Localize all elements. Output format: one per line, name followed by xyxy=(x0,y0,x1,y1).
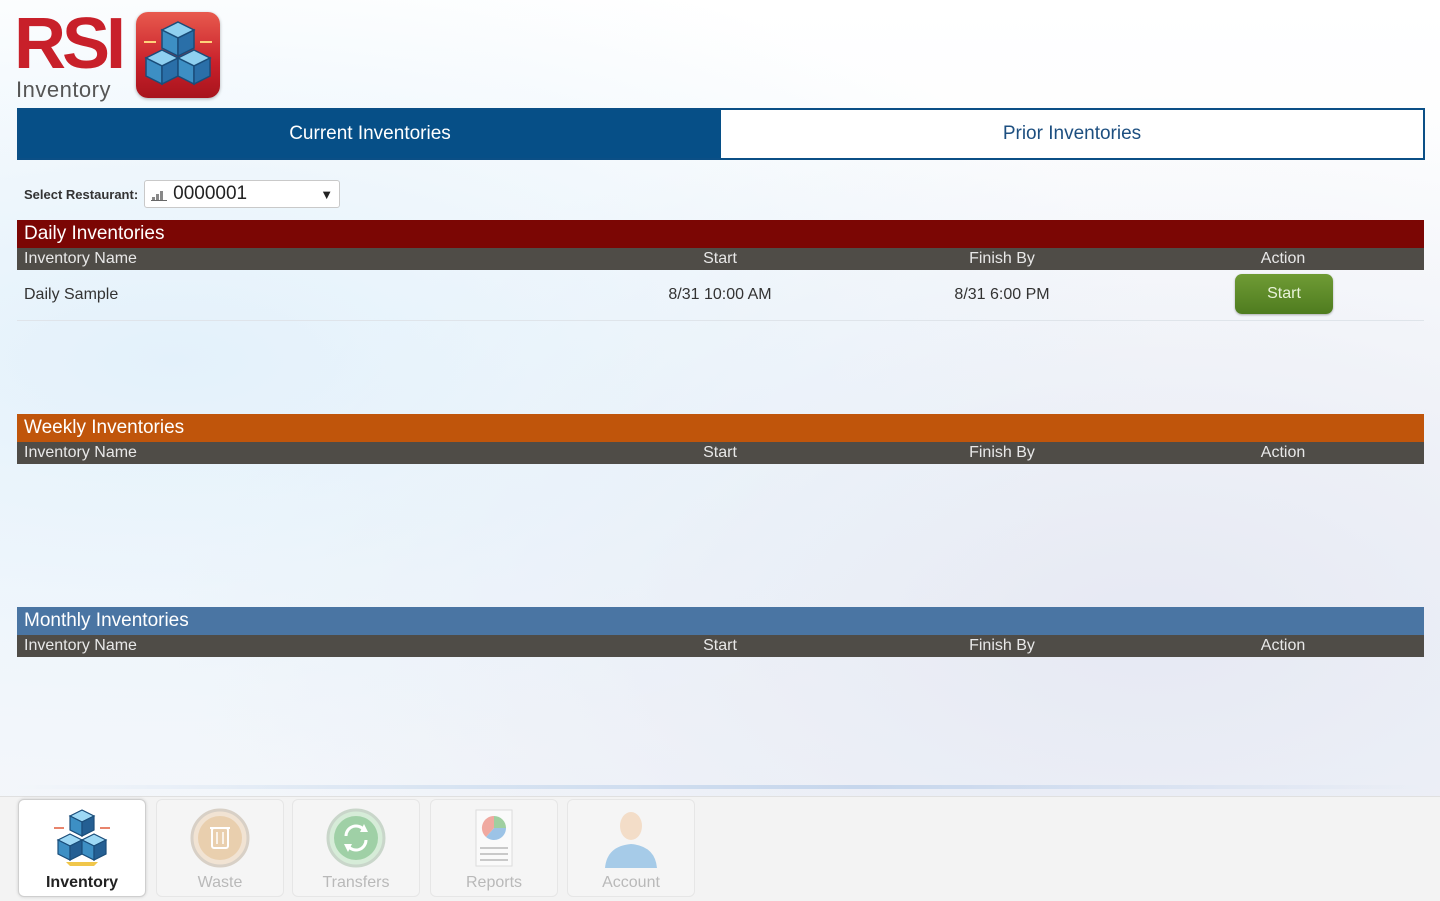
start-button[interactable]: Start xyxy=(1235,274,1333,314)
col-inventory-name: Inventory Name xyxy=(24,250,137,267)
col-action: Action xyxy=(1260,637,1306,654)
monthly-inventories-section: Monthly Inventories Inventory Name Start… xyxy=(17,607,1424,657)
rsi-logo: RSI Inventory xyxy=(14,8,224,104)
weekly-section-title: Weekly Inventories xyxy=(17,414,1424,442)
inventory-cubes-icon xyxy=(54,809,110,866)
col-finish-by: Finish By xyxy=(969,250,1035,267)
col-finish-by: Finish By xyxy=(969,637,1035,654)
weekly-column-header: Inventory Name Start Finish By Action xyxy=(17,442,1424,464)
row-finish-by: 8/31 6:00 PM xyxy=(954,286,1050,303)
col-start: Start xyxy=(703,637,737,654)
user-icon xyxy=(605,812,657,868)
logo-cubes-icon xyxy=(136,12,220,98)
nav-label-waste: Waste xyxy=(197,874,243,891)
col-inventory-name: Inventory Name xyxy=(24,444,137,461)
nav-transfers[interactable]: Transfers xyxy=(292,799,420,897)
tab-current-inventories[interactable]: Current Inventories xyxy=(19,110,721,158)
nav-label-transfers: Transfers xyxy=(322,874,390,891)
daily-column-header: Inventory Name Start Finish By Action xyxy=(17,248,1424,270)
nav-inventory[interactable]: Inventory xyxy=(18,799,146,897)
restaurant-label: Select Restaurant: xyxy=(24,186,139,202)
nav-label-reports: Reports xyxy=(465,874,523,891)
dropdown-arrow-icon: ▼ xyxy=(320,186,334,202)
restaurant-value: 0000001 xyxy=(173,183,248,204)
transfer-arrows-icon xyxy=(326,808,386,868)
report-chart-icon xyxy=(475,809,513,867)
col-start: Start xyxy=(703,250,737,267)
trash-icon xyxy=(190,808,250,868)
nav-account[interactable]: Account xyxy=(567,799,695,897)
restaurant-dropdown[interactable]: 0000001 ▼ xyxy=(144,180,341,208)
row-inventory-name: Daily Sample xyxy=(24,286,119,303)
monthly-section-title: Monthly Inventories xyxy=(17,607,1424,635)
daily-inventories-section: Daily Inventories Inventory Name Start F… xyxy=(17,220,1424,321)
col-finish-by: Finish By xyxy=(969,444,1035,461)
nav-label-inventory: Inventory xyxy=(45,874,118,891)
weekly-inventories-section: Weekly Inventories Inventory Name Start … xyxy=(17,414,1424,464)
tab-prior-inventories[interactable]: Prior Inventories xyxy=(721,110,1423,158)
col-start: Start xyxy=(703,444,737,461)
divider xyxy=(16,785,1424,789)
col-inventory-name: Inventory Name xyxy=(24,637,137,654)
signal-bars-icon xyxy=(151,191,168,201)
nav-waste[interactable]: Waste xyxy=(156,799,284,897)
col-action: Action xyxy=(1260,250,1306,267)
logo-title: RSI xyxy=(14,4,126,84)
nav-label-account: Account xyxy=(602,874,660,891)
restaurant-selector-row: Select Restaurant: 0000001 ▼ xyxy=(24,180,341,208)
monthly-column-header: Inventory Name Start Finish By Action xyxy=(17,635,1424,657)
bottom-navigation: Inventory Waste Transfers Reports Accoun… xyxy=(0,796,1440,901)
nav-reports[interactable]: Reports xyxy=(430,799,558,897)
logo-subtitle: Inventory xyxy=(16,77,111,102)
table-row: Daily Sample 8/31 10:00 AM 8/31 6:00 PM … xyxy=(17,270,1424,321)
row-start: 8/31 10:00 AM xyxy=(668,286,772,303)
inventory-tabs: Current Inventories Prior Inventories xyxy=(17,108,1425,160)
app-screen: RSI Inventory Current Inventories Prior … xyxy=(0,0,1440,901)
daily-section-title: Daily Inventories xyxy=(17,220,1424,248)
col-action: Action xyxy=(1260,444,1306,461)
